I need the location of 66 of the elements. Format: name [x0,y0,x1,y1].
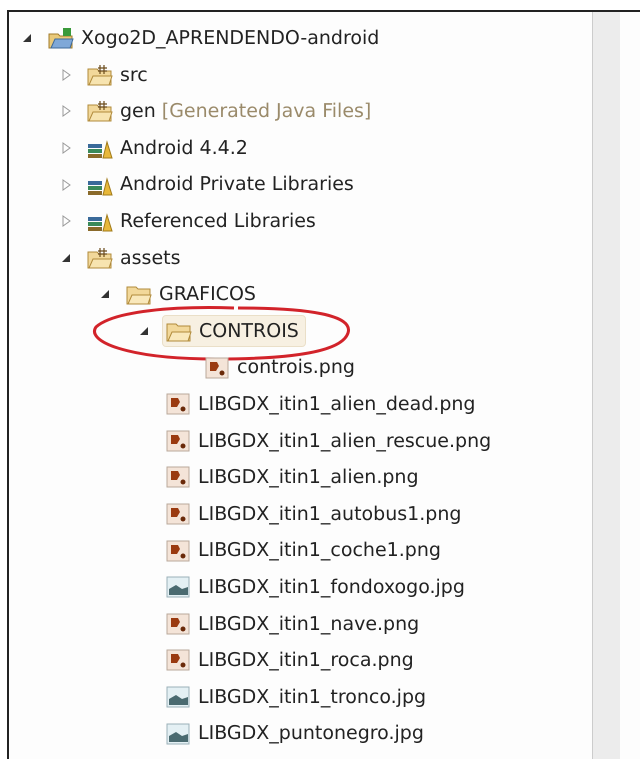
image-file-icon [203,356,231,380]
collapsed-arrow-icon[interactable] [61,178,71,191]
tree-item[interactable]: assets [84,242,186,274]
tree-item[interactable]: LIBGDX_itin1_fondoxogo.jpg [162,571,471,604]
tree-item-label: Android Private Libraries [120,172,354,198]
expanded-arrow-icon[interactable] [139,326,149,336]
tree-item[interactable]: LIBGDX_itin1_roca.png [162,644,420,676]
expanded-arrow-icon[interactable] [22,33,32,44]
tree-item[interactable]: LIBGDX_itin1_alien_dead.png [162,388,482,420]
tree-item-label: LIBGDX_itin1_nave.png [198,612,420,637]
tree-item[interactable]: LIBGDX_itin1_autobus1.png [162,498,468,530]
tree-item[interactable]: CONTROIS [162,315,306,348]
tree-item-label: gen [120,99,156,124]
image-file-icon [164,465,192,490]
tree-item-label: controis.png [237,355,355,380]
expanded-arrow-icon[interactable] [100,289,110,300]
tree-item-label: LIBGDX_itin1_autobus1.png [198,502,462,527]
tree-item[interactable]: LIBGDX_itin1_alien.png [162,461,425,494]
collapsed-arrow-icon[interactable] [61,215,71,228]
tree-item-label: LIBGDX_itin1_alien_dead.png [198,392,476,417]
image-file-icon [164,722,192,746]
image-file-icon [164,392,192,416]
tree-item-label: assets [120,246,180,271]
tree-item[interactable]: LIBGDX_itin1_alien_rescue.png [162,424,498,457]
tree-item-decoration: [Generated Java Files] [162,99,372,124]
scrollbar[interactable] [592,12,620,759]
image-file-icon [164,575,192,600]
tree-item[interactable]: Referenced Libraries [84,205,322,238]
image-file-icon [164,684,192,709]
tree-item[interactable]: LIBGDX_puntonegro.jpg [162,718,430,750]
tree-item-label: LIBGDX_itin1_roca.png [198,648,414,674]
tree-item[interactable]: Xogo2D_APRENDENDO-android [45,22,386,54]
tree-item-label: LIBGDX_itin1_tronco.jpg [198,684,426,710]
project-folder-icon [47,26,75,50]
tree-item[interactable]: LIBGDX_itin1_tronco.jpg [162,680,432,713]
tree-item[interactable]: GRAFICOS [123,278,262,310]
tree-item[interactable]: Android Private Libraries [84,168,360,201]
image-file-icon [164,428,192,453]
image-file-icon [164,612,192,636]
tree-item-label: Xogo2D_APRENDENDO-android [81,26,380,52]
image-file-icon [164,502,192,526]
package-folder-icon [86,99,114,124]
tree-item[interactable]: src [84,58,154,91]
tree-item-label: Referenced Libraries [120,209,316,234]
collapsed-arrow-icon[interactable] [61,105,71,118]
tree-item[interactable]: LIBGDX_itin1_nave.png [162,608,426,640]
package-folder-icon [86,246,114,270]
collapsed-arrow-icon[interactable] [61,68,71,81]
tree-item[interactable]: gen [Generated Java Files] [84,95,378,128]
package-folder-icon [86,62,114,87]
tree-item-label: LIBGDX_itin1_alien_rescue.png [198,428,492,454]
tree-item-label: LIBGDX_itin1_fondoxogo.jpg [198,574,465,600]
tree-item-label: LIBGDX_puntonegro.jpg [198,721,424,746]
tree-item-label: LIBGDX_itin1_alien.png [198,465,419,490]
image-file-icon [164,648,192,672]
tree-item-label: CONTROIS [199,318,299,344]
tree-item-label: GRAFICOS [159,282,256,308]
image-file-icon [164,538,192,563]
tree-item[interactable]: LIBGDX_itin1_coche1.png [162,534,447,567]
tree-item-label: src [120,62,148,88]
collapsed-arrow-icon[interactable] [61,142,71,154]
tree-item[interactable]: Android 4.4.2 [84,132,254,164]
tree-item-label: Android 4.4.2 [120,136,248,161]
tree-item[interactable]: controis.png [201,352,361,384]
expanded-arrow-icon[interactable] [61,252,71,263]
tree-item-label: LIBGDX_itin1_coche1.png [198,538,441,564]
